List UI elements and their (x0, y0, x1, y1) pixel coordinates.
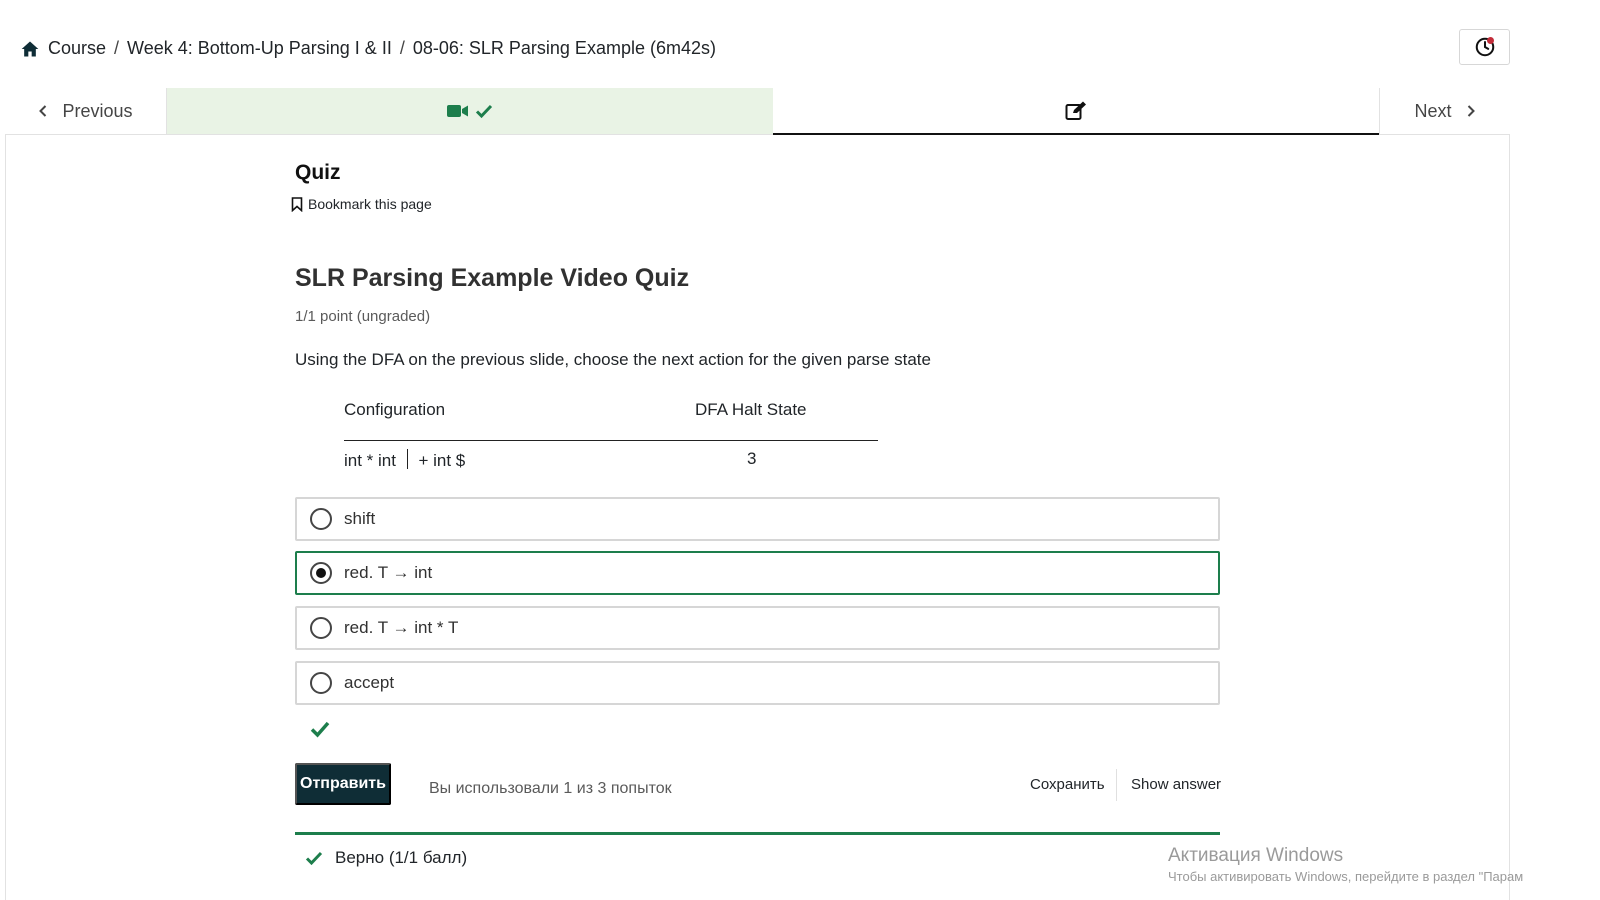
result-divider (295, 832, 1220, 835)
breadcrumb-separator: / (114, 38, 120, 58)
breadcrumb-separator: / (399, 38, 405, 58)
show-answer-button[interactable]: Show answer (1131, 776, 1221, 793)
config-cursor (406, 449, 408, 469)
breadcrumb-week-link[interactable]: Week 4: Bottom-Up Parsing I & II (127, 38, 392, 59)
submit-button[interactable]: Отправить (295, 763, 391, 805)
choice-reduce-t-int-times-t[interactable]: red. T → int * T (295, 606, 1220, 650)
table-rule (344, 440, 878, 441)
notification-dot (1487, 37, 1494, 44)
unit-frame (5, 88, 1510, 900)
previous-button[interactable]: Previous (5, 88, 167, 134)
bookmark-icon (291, 196, 303, 212)
action-divider (1116, 769, 1117, 801)
choice-label: red. T → int * T (344, 618, 459, 637)
choice-label: shift (344, 509, 376, 528)
radio-button[interactable] (310, 617, 332, 639)
home-icon (21, 41, 39, 56)
bookmark-label: Bookmark this page (308, 196, 432, 212)
history-button[interactable] (1459, 29, 1510, 65)
question-text: Using the DFA on the previous slide, cho… (295, 350, 931, 369)
chevron-right-icon (1467, 105, 1475, 117)
tab-video[interactable] (167, 88, 773, 134)
table-cell-dfa-state: 3 (747, 449, 757, 468)
previous-label: Previous (62, 100, 133, 121)
video-camera-icon (447, 105, 468, 117)
breadcrumb: Course / Week 4: Bottom-Up Parsing I & I… (20, 38, 716, 59)
chevron-left-icon (39, 105, 47, 117)
problem-points: 1/1 point (ungraded) (295, 308, 431, 325)
unit-navigation: Previous Next (5, 88, 1510, 135)
edit-icon (1065, 101, 1086, 120)
result-message: Верно (1/1 балл) (305, 848, 467, 868)
windows-activation-watermark: Активация Windows Чтобы активировать Win… (1168, 845, 1523, 884)
save-button[interactable]: Сохранить (1030, 776, 1105, 793)
correct-check-icon (310, 721, 330, 738)
attempts-text: Вы использовали 1 из 3 попыток (429, 780, 672, 797)
breadcrumb-course-link[interactable]: Course (48, 38, 106, 59)
result-text: Верно (1/1 балл) (335, 848, 468, 867)
choice-label: accept (344, 673, 395, 692)
next-label: Next (1414, 100, 1452, 121)
config-input: + int $ (418, 451, 466, 470)
watermark-line2: Чтобы активировать Windows, перейдите в … (1168, 869, 1524, 884)
table-header-configuration: Configuration (344, 400, 446, 419)
table-header-dfa-state: DFA Halt State (695, 400, 807, 419)
radio-button-selected[interactable] (310, 562, 332, 584)
radio-dot (316, 568, 326, 578)
tab-problem[interactable] (773, 88, 1379, 135)
table-cell-configuration: int * int + int $ (344, 449, 465, 471)
choice-shift[interactable]: shift (295, 497, 1220, 541)
next-button[interactable]: Next (1379, 88, 1510, 134)
page-title: Quiz (295, 161, 341, 184)
choice-reduce-t-int[interactable]: red. T → int (295, 551, 1220, 595)
config-stack: int * int (344, 451, 396, 470)
check-icon (475, 104, 493, 119)
bookmark-button[interactable]: Bookmark this page (291, 196, 432, 212)
check-icon (305, 851, 323, 866)
radio-button[interactable] (310, 508, 332, 530)
breadcrumb-current-unit: 08-06: SLR Parsing Example (6m42s) (412, 38, 716, 58)
choice-accept[interactable]: accept (295, 661, 1220, 705)
watermark-line1: Активация Windows (1168, 845, 1344, 866)
problem-title: SLR Parsing Example Video Quiz (295, 264, 690, 292)
radio-button[interactable] (310, 672, 332, 694)
choice-label: red. T → int (344, 563, 433, 582)
